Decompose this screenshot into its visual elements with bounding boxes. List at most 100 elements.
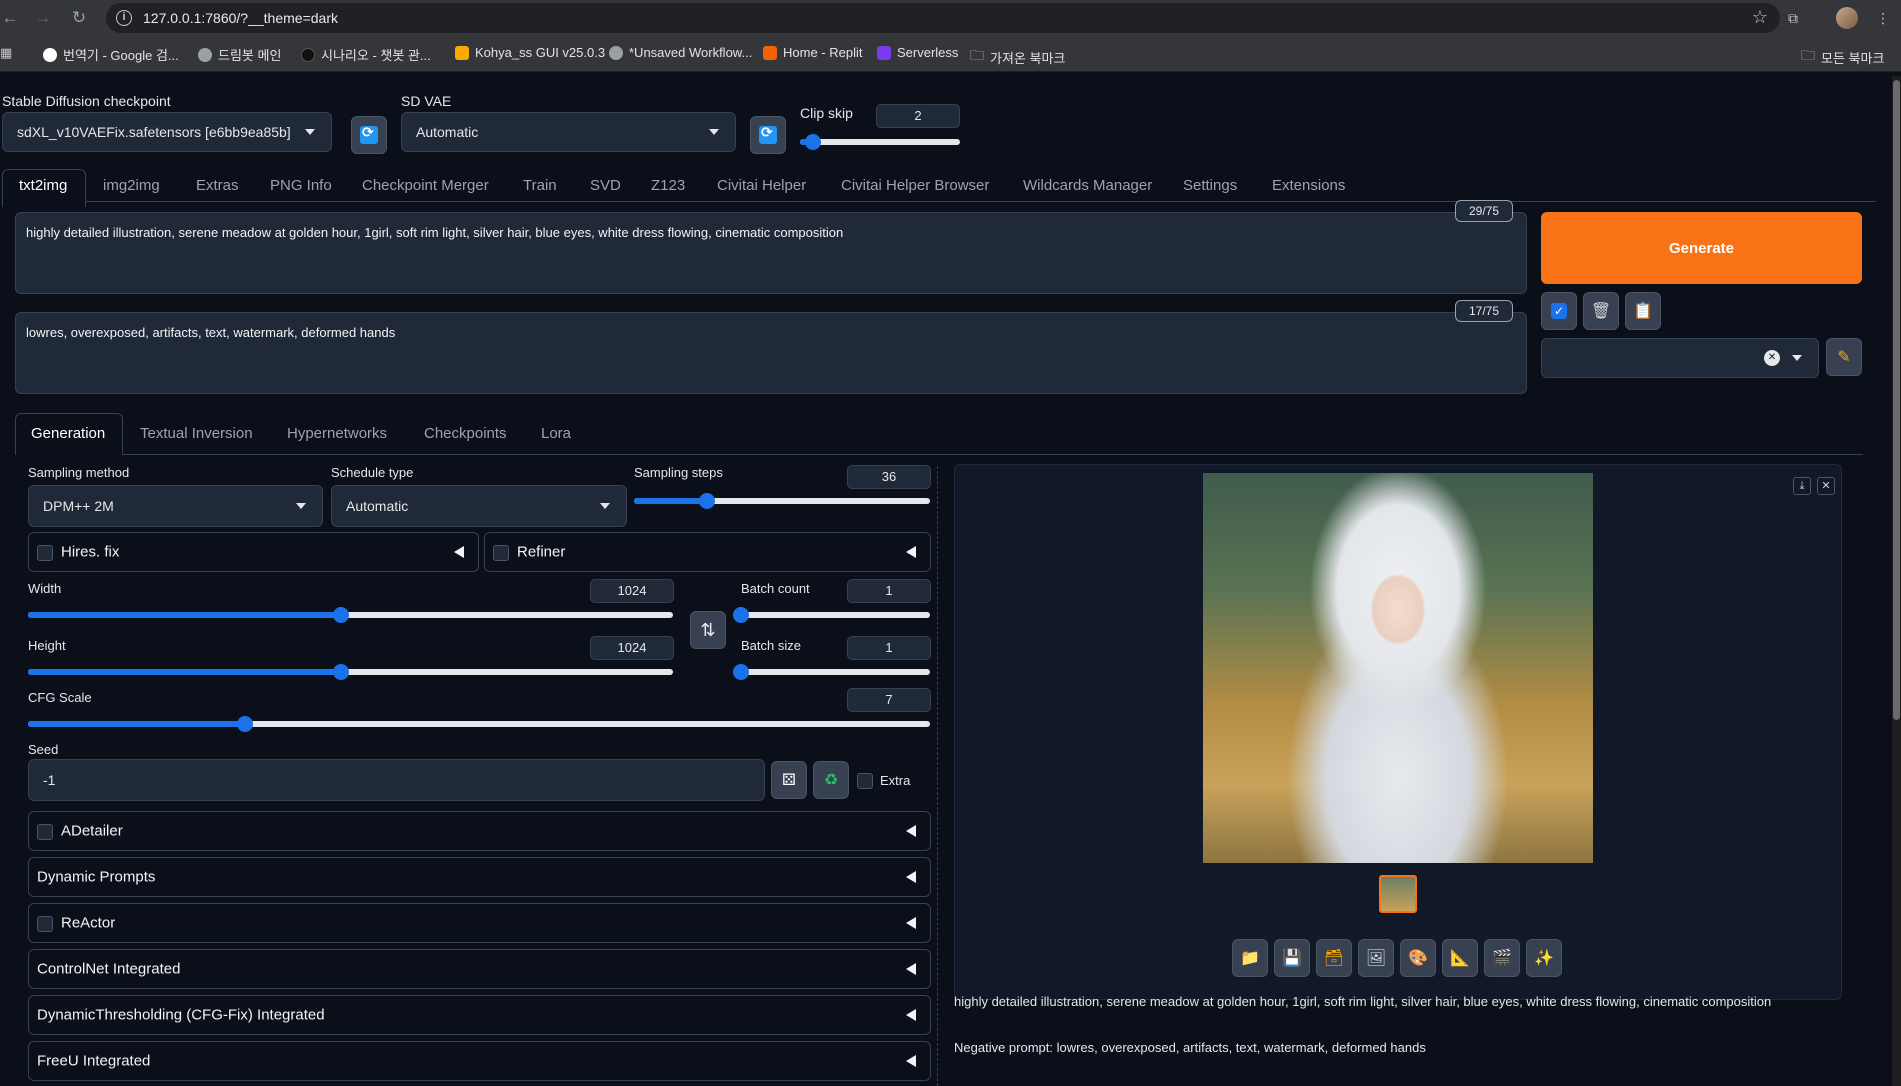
- tab-civitai-helper[interactable]: Civitai Helper: [717, 177, 806, 194]
- clip-skip-slider[interactable]: [800, 134, 960, 150]
- cfg-scale-input[interactable]: 7: [847, 688, 931, 712]
- slider-knob[interactable]: [733, 607, 749, 623]
- bookmark-item[interactable]: 번역기 - Google 검...: [43, 45, 179, 64]
- hires-fix-accordion[interactable]: Hires. fix: [28, 532, 479, 572]
- height-slider[interactable]: [28, 664, 673, 680]
- bookmark-item[interactable]: 드림봇 메인: [198, 45, 281, 64]
- positive-prompt-textarea[interactable]: highly detailed illustration, serene mea…: [15, 212, 1527, 294]
- tab-txt2img[interactable]: txt2img: [19, 177, 67, 194]
- reload-icon[interactable]: ↻: [69, 8, 89, 28]
- width-input[interactable]: 1024: [590, 579, 674, 603]
- all-bookmarks-folder[interactable]: 🗀 모든 북마크: [1801, 45, 1884, 69]
- width-slider[interactable]: [28, 607, 673, 623]
- bookmark-item[interactable]: Serverless: [877, 45, 958, 60]
- collapse-arrow-icon[interactable]: [454, 546, 464, 558]
- gallery-thumbnail[interactable]: [1379, 875, 1417, 913]
- send-to-img2img-button[interactable]: 🖼: [1358, 939, 1394, 977]
- forward-icon[interactable]: →: [33, 8, 53, 28]
- address-bar[interactable]: i 127.0.0.1:7860/?__theme=dark ☆: [106, 3, 1780, 33]
- batch-size-input[interactable]: 1: [847, 636, 931, 660]
- tab-settings[interactable]: Settings: [1183, 177, 1237, 194]
- close-icon[interactable]: ✕: [1817, 477, 1835, 495]
- tab-png-info[interactable]: PNG Info: [270, 177, 332, 194]
- tab-extras[interactable]: Extras: [196, 177, 239, 194]
- bookmark-item[interactable]: *Unsaved Workflow...: [609, 45, 752, 60]
- checkpoint-dropdown[interactable]: sdXL_v10VAEFix.safetensors [e6bb9ea85b]: [2, 112, 332, 152]
- refresh-vae-button[interactable]: [750, 116, 786, 154]
- reactor-accordion[interactable]: ReActor: [28, 903, 931, 943]
- save-button[interactable]: 💾: [1274, 939, 1310, 977]
- tab-train[interactable]: Train: [523, 177, 557, 194]
- bookmark-item[interactable]: Kohya_ss GUI v25.0.3: [455, 45, 605, 60]
- generate-button[interactable]: Generate: [1541, 212, 1862, 284]
- random-seed-button[interactable]: ⚄: [771, 761, 807, 799]
- site-info-icon[interactable]: i: [116, 10, 132, 26]
- clip-skip-input[interactable]: 2: [876, 104, 960, 128]
- tab-lora[interactable]: Lora: [541, 425, 571, 442]
- bookmark-item[interactable]: Home - Replit: [763, 45, 862, 60]
- seed-input[interactable]: -1: [28, 759, 765, 801]
- slider-knob[interactable]: [805, 134, 822, 150]
- upscale-button[interactable]: ✨: [1526, 939, 1562, 977]
- tab-checkpoints[interactable]: Checkpoints: [424, 425, 507, 442]
- swap-dimensions-button[interactable]: ⇅: [690, 611, 726, 649]
- reuse-seed-button[interactable]: ♻: [813, 761, 849, 799]
- slider-knob[interactable]: [733, 664, 749, 680]
- bookmark-star-icon[interactable]: ☆: [1752, 7, 1768, 28]
- refiner-accordion[interactable]: Refiner: [484, 532, 931, 572]
- reactor-checkbox[interactable]: [37, 916, 53, 932]
- vae-dropdown[interactable]: Automatic: [401, 112, 736, 152]
- controlnet-accordion[interactable]: ControlNet Integrated: [28, 949, 931, 989]
- send-to-inpaint-button[interactable]: 🎨: [1400, 939, 1436, 977]
- paste-button[interactable]: 📋: [1625, 292, 1661, 330]
- tab-generation[interactable]: Generation: [31, 425, 105, 442]
- batch-count-slider[interactable]: [733, 607, 930, 623]
- freeu-accordion[interactable]: FreeU Integrated: [28, 1041, 931, 1081]
- generated-image[interactable]: [1203, 473, 1593, 863]
- sampling-steps-slider[interactable]: [634, 493, 930, 509]
- tab-textual-inversion[interactable]: Textual Inversion: [140, 425, 253, 442]
- tab-checkpoint-merger[interactable]: Checkpoint Merger: [362, 177, 489, 194]
- height-input[interactable]: 1024: [590, 636, 674, 660]
- tab-extensions[interactable]: Extensions: [1272, 177, 1345, 194]
- hires-fix-checkbox[interactable]: [37, 545, 53, 561]
- slider-knob[interactable]: [237, 716, 254, 732]
- schedule-type-dropdown[interactable]: Automatic: [331, 485, 627, 527]
- scrollbar-thumb[interactable]: [1893, 80, 1900, 720]
- batch-size-slider[interactable]: [733, 664, 930, 680]
- collapse-arrow-icon[interactable]: [906, 963, 916, 975]
- zip-button[interactable]: 🗃: [1316, 939, 1352, 977]
- dynamic-prompts-accordion[interactable]: Dynamic Prompts: [28, 857, 931, 897]
- slider-knob[interactable]: [698, 493, 715, 509]
- refiner-checkbox[interactable]: [493, 545, 509, 561]
- tab-svd[interactable]: SVD: [590, 177, 621, 194]
- refresh-checkpoint-button[interactable]: [351, 116, 387, 154]
- apps-grid-icon[interactable]: ▦: [0, 45, 12, 61]
- tab-z123[interactable]: Z123: [651, 177, 685, 194]
- extra-seed-checkbox[interactable]: [857, 773, 873, 789]
- tab-civitai-helper-browser[interactable]: Civitai Helper Browser: [841, 177, 989, 194]
- collapse-arrow-icon[interactable]: [906, 917, 916, 929]
- sampling-steps-input[interactable]: 36: [847, 465, 931, 489]
- dynamic-thresholding-accordion[interactable]: DynamicThresholding (CFG-Fix) Integrated: [28, 995, 931, 1035]
- tab-img2img[interactable]: img2img: [103, 177, 160, 194]
- slider-knob[interactable]: [332, 607, 349, 623]
- tab-wildcards-manager[interactable]: Wildcards Manager: [1023, 177, 1152, 194]
- translate-icon[interactable]: ⧉: [1783, 8, 1803, 28]
- tab-hypernetworks[interactable]: Hypernetworks: [287, 425, 387, 442]
- bookmark-folder[interactable]: 🗀 가져온 북마크: [970, 45, 1065, 69]
- edit-styles-button[interactable]: ✎: [1826, 338, 1862, 376]
- trash-button[interactable]: 🗑: [1583, 292, 1619, 330]
- sampling-method-dropdown[interactable]: DPM++ 2M: [28, 485, 323, 527]
- open-folder-button[interactable]: 📁: [1232, 939, 1268, 977]
- collapse-arrow-icon[interactable]: [906, 871, 916, 883]
- adetailer-checkbox[interactable]: [37, 824, 53, 840]
- cfg-scale-slider[interactable]: [28, 716, 930, 732]
- collapse-arrow-icon[interactable]: [906, 1009, 916, 1021]
- page-scrollbar[interactable]: [1892, 76, 1901, 1086]
- negative-prompt-textarea[interactable]: lowres, overexposed, artifacts, text, wa…: [15, 312, 1527, 394]
- menu-kebab-icon[interactable]: ⋮: [1873, 8, 1893, 28]
- slider-knob[interactable]: [332, 664, 349, 680]
- collapse-arrow-icon[interactable]: [906, 546, 916, 558]
- clear-icon[interactable]: ✕: [1764, 350, 1780, 366]
